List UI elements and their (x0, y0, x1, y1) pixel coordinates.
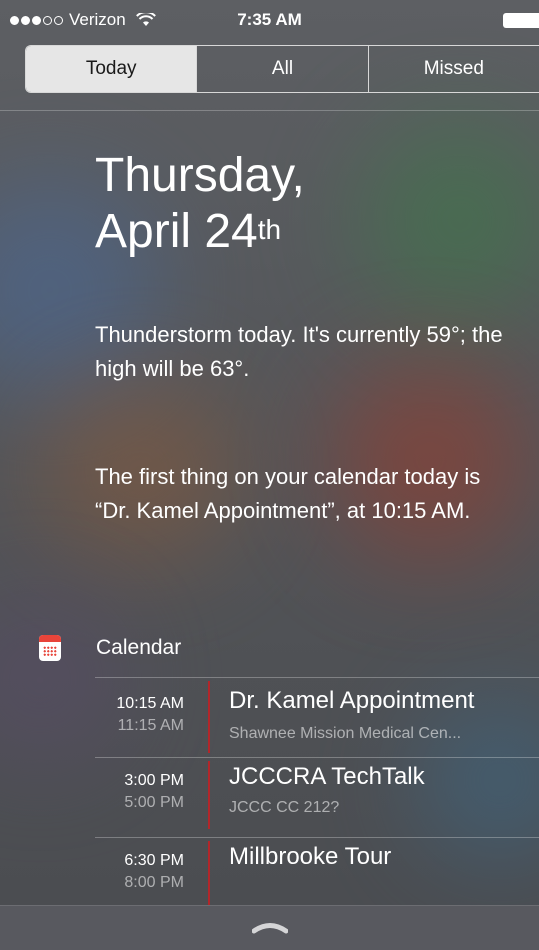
event-times: 10:15 AM 11:15 AM (90, 693, 184, 737)
tab-all[interactable]: All (197, 46, 369, 92)
calendar-section-header[interactable]: Calendar (39, 630, 181, 666)
calendar-icon (39, 635, 61, 661)
event-start-time: 6:30 PM (124, 852, 184, 869)
calendar-summary: The first thing on your calendar today i… (95, 464, 481, 523)
event-color-bar (208, 841, 210, 905)
event-end-time: 8:00 PM (124, 874, 184, 891)
event-start-time: 10:15 AM (116, 695, 184, 712)
status-time: 7:35 AM (237, 10, 302, 29)
date-heading: Thursday, April 24th (95, 148, 305, 260)
status-bar: Verizon 7:35 AM (0, 0, 539, 40)
date-month-day: April 24 (95, 205, 258, 258)
event-location: Shawnee Mission Medical Cen... (229, 725, 462, 742)
event-row[interactable]: 10:15 AM 11:15 AM Dr. Kamel Appointment … (0, 681, 539, 753)
calendar-divider (95, 677, 539, 678)
event-color-bar (208, 681, 210, 753)
event-title: JCCCRA TechTalk (229, 763, 425, 790)
bottom-handle-bar[interactable] (0, 905, 539, 950)
calendar-divider (95, 757, 539, 758)
event-location: JCCC CC 212? (229, 799, 340, 816)
header-divider (0, 110, 539, 111)
event-title: Millbrooke Tour (229, 843, 392, 870)
event-title: Dr. Kamel Appointment (229, 687, 475, 714)
event-row[interactable]: 6:30 PM 8:00 PM Millbrooke Tour (0, 841, 539, 909)
notification-center-tabs: Today All Missed (25, 45, 539, 93)
date-weekday: Thursday, (95, 149, 305, 202)
calendar-section-title: Calendar (96, 636, 182, 659)
date-month-day-line: April 24th (95, 204, 305, 260)
grabber-handle-icon[interactable] (252, 920, 288, 934)
tab-missed[interactable]: Missed (369, 46, 539, 92)
date-suffix: th (257, 214, 282, 245)
weather-summary: Thunderstorm today. It's currently 59°; … (95, 322, 503, 381)
event-start-time: 3:00 PM (124, 772, 184, 789)
event-end-time: 5:00 PM (124, 794, 184, 811)
event-color-bar (208, 761, 210, 829)
event-times: 6:30 PM 8:00 PM (90, 850, 184, 894)
event-row[interactable]: 3:00 PM 5:00 PM JCCCRA TechTalk JCCC CC … (0, 761, 539, 829)
event-times: 3:00 PM 5:00 PM (90, 770, 184, 814)
tab-today[interactable]: Today (26, 46, 198, 92)
event-end-time: 11:15 AM (117, 717, 184, 734)
calendar-divider (95, 837, 539, 838)
battery-icon (503, 13, 539, 28)
